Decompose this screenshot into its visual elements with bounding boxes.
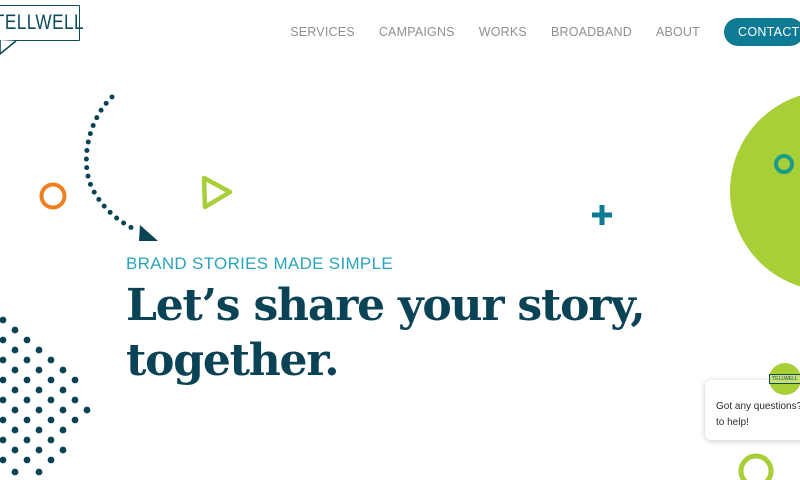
nav-services[interactable]: SERVICES [290, 25, 355, 39]
dotted-arrow-icon [83, 94, 158, 241]
lime-circle-icon [730, 96, 800, 287]
teal-ring-icon [774, 154, 794, 174]
lime-triangle-icon [201, 175, 233, 210]
dot-pattern-icon [0, 316, 91, 476]
logo[interactable]: TELLWELL [0, 5, 84, 41]
hero-subtitle: BRAND STORIES MADE SIMPLE [126, 254, 393, 273]
logo-speech-tail-icon [0, 40, 17, 56]
chat-avatar[interactable]: TELLWELL [769, 363, 800, 395]
hero-title: Let’s share your story, together. [126, 278, 646, 388]
plus-icon [592, 205, 612, 225]
nav-campaigns[interactable]: CAMPAIGNS [379, 25, 455, 39]
nav-works[interactable]: WORKS [479, 25, 527, 39]
nav-broadband[interactable]: BROADBAND [551, 25, 632, 39]
hero-title-line1: Let’s share your story, [126, 280, 646, 331]
lime-ring-icon [738, 453, 774, 480]
main-nav: SERVICES CAMPAIGNS WORKS BROADBAND ABOUT… [290, 0, 800, 64]
nav-about[interactable]: ABOUT [656, 25, 700, 39]
hero-title-line2: together. [126, 335, 340, 386]
contact-button[interactable]: CONTACT [724, 18, 800, 46]
chat-avatar-logo: TELLWELL [769, 374, 800, 384]
orange-ring-icon [39, 182, 67, 210]
logo-text: TELLWELL [0, 11, 85, 34]
chat-message: Got any questions? W to help! [716, 401, 800, 428]
